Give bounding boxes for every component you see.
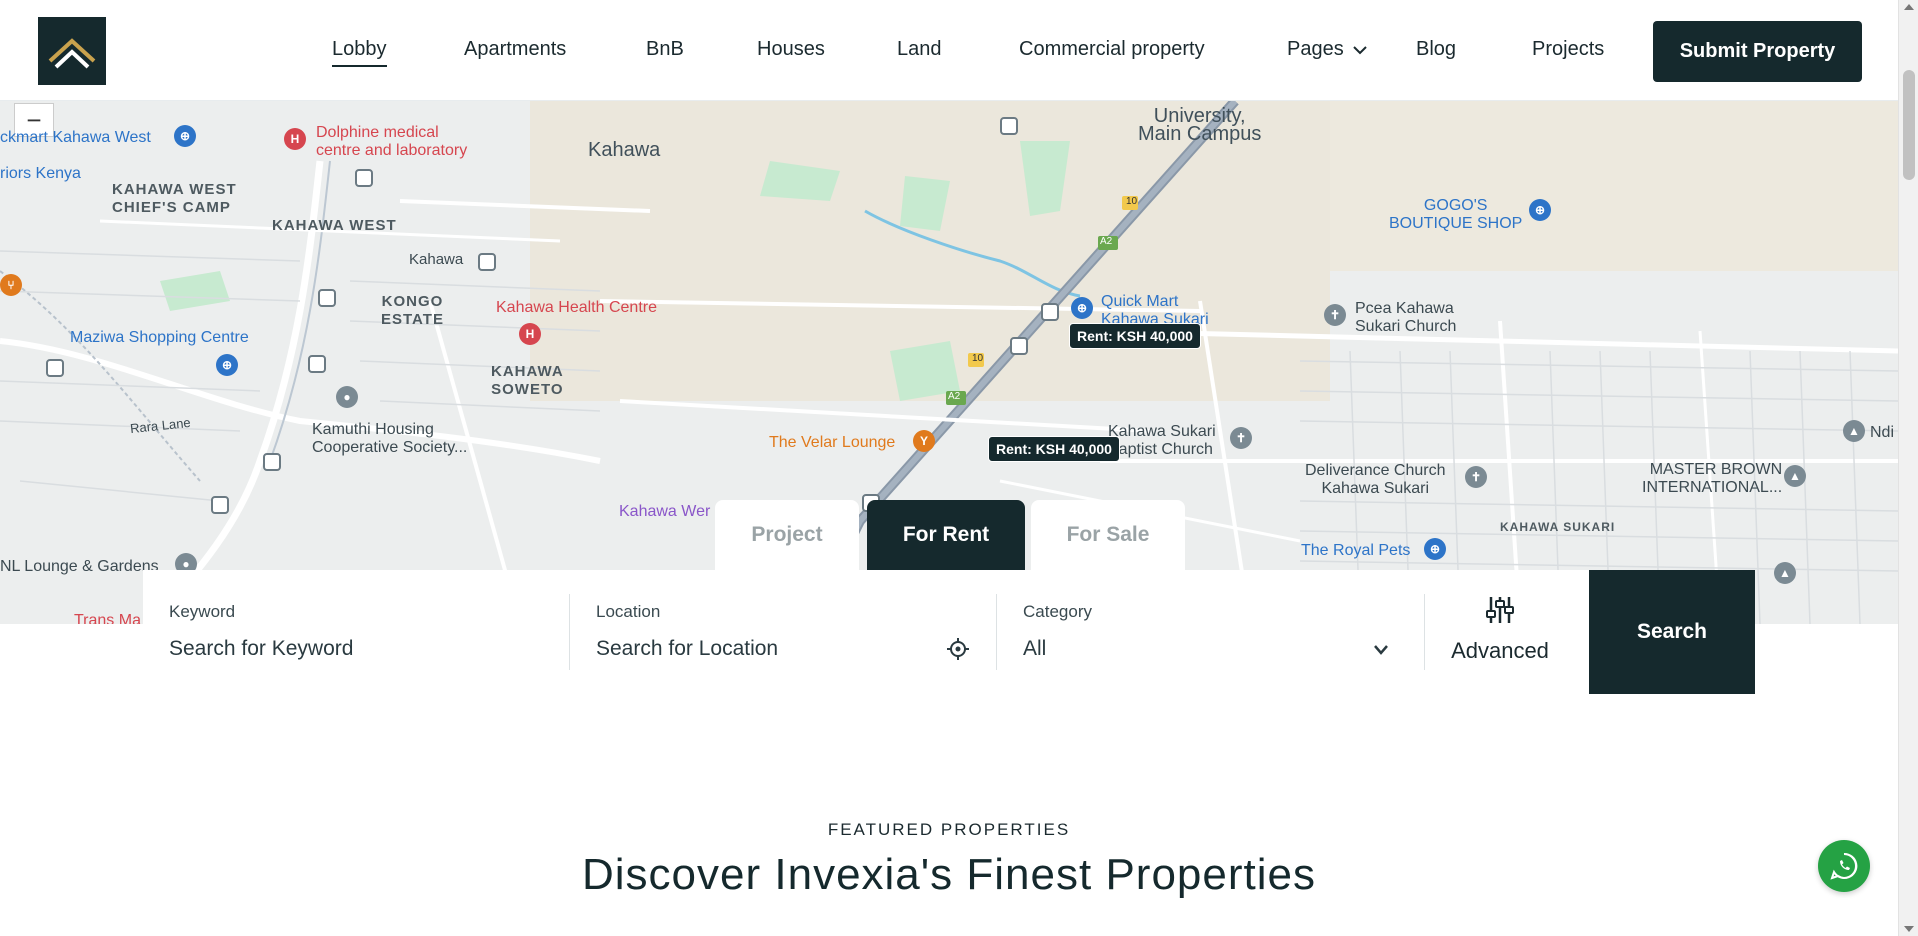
map-label-pcea: Pcea Kahawa Sukari Church — [1355, 300, 1457, 335]
shopping-pin-icon-3[interactable]: ⊕ — [1071, 297, 1093, 319]
church-pin-icon-3[interactable]: ✝ — [1465, 466, 1487, 488]
chevron-down-icon — [1353, 46, 1367, 55]
church-pin-icon-2[interactable]: ✝ — [1230, 427, 1252, 449]
nav-projects[interactable]: Projects — [1532, 38, 1604, 61]
map-label-kahawa-west: KAHAWA WEST — [272, 217, 397, 234]
nav-pages-label: Pages — [1287, 38, 1344, 60]
bus-stop-icon-10 — [1010, 337, 1028, 355]
bus-stop-icon-4 — [308, 355, 326, 373]
bus-stop-icon-3 — [318, 289, 336, 307]
map-label-kahawa-stop: Kahawa — [409, 251, 464, 268]
school-pin-icon-2[interactable]: ▲ — [1843, 420, 1865, 442]
price-tag-marker[interactable]: Rent: KSH 40,000 — [1069, 323, 1201, 349]
location-field[interactable]: Location Search for Location — [570, 570, 996, 694]
school-pin-icon[interactable]: ▲ — [1784, 465, 1806, 487]
keyword-field[interactable]: Keyword Search for Keyword — [143, 570, 569, 694]
bus-stop-icon-8 — [1000, 117, 1018, 135]
nav-houses[interactable]: Houses — [757, 38, 825, 61]
shopping-pin-icon[interactable]: ⊕ — [174, 125, 196, 147]
keyword-label: Keyword — [169, 602, 236, 621]
map-label-warriors-kenya: riors Kenya — [0, 165, 81, 182]
bus-stop-icon-5 — [46, 359, 64, 377]
nav-apartments[interactable]: Apartments — [464, 38, 566, 61]
location-input[interactable]: Search for Location — [596, 637, 778, 661]
route-label-a2-b: A2 — [948, 391, 961, 402]
tab-for-rent[interactable]: For Rent — [867, 500, 1025, 570]
route-label-10-b: 10 — [972, 353, 984, 364]
route-label-10: 10 — [1126, 196, 1138, 207]
map-label-kahawa-health: Kahawa Health Centre — [496, 299, 657, 316]
map-label-trans-mall: Trans Ma — [74, 612, 141, 624]
sliders-icon — [1486, 597, 1514, 623]
place-pin-icon[interactable]: ● — [336, 386, 358, 408]
logo-chevrons-icon — [48, 38, 96, 69]
shopping-pin-icon-5[interactable]: ⊕ — [1424, 538, 1446, 560]
map-label-nl-lounge: NL Lounge & Gardens — [0, 558, 159, 575]
bus-stop-icon-9 — [1041, 303, 1059, 321]
map-label-kahawa-soweto: KAHAWA SOWETO — [491, 363, 564, 398]
nav-lobby[interactable]: Lobby — [332, 38, 387, 67]
tab-project[interactable]: Project — [715, 500, 859, 570]
map-label-velar: The Velar Lounge — [769, 434, 896, 451]
nav-commercial-property[interactable]: Commercial property — [1019, 38, 1205, 61]
whatsapp-icon — [1830, 852, 1858, 880]
featured-kicker: FEATURED PROPERTIES — [827, 820, 1071, 839]
tab-for-sale[interactable]: For Sale — [1031, 500, 1185, 570]
scroll-down-arrow-icon[interactable] — [1904, 926, 1914, 932]
bus-stop-icon-7 — [211, 496, 229, 514]
search-button[interactable]: Search — [1589, 570, 1755, 694]
locate-me-icon[interactable] — [946, 637, 970, 661]
price-tag-marker-2[interactable]: Rent: KSH 40,000 — [988, 436, 1120, 462]
category-select[interactable]: Category All — [997, 570, 1423, 694]
hospital-pin-icon-2[interactable]: H — [519, 323, 541, 345]
category-value: All — [1023, 637, 1047, 660]
map-label-baptist: Kahawa Sukari Baptist Church — [1108, 423, 1216, 458]
map-label-dolphine: Dolphine medical centre and laboratory — [316, 124, 468, 159]
school-pin-icon-3[interactable]: ▲ — [1774, 562, 1796, 584]
map-label-kws-chiefs-camp: KAHAWA WEST CHIEF'S CAMP — [112, 181, 237, 216]
bus-stop-icon-6 — [263, 453, 281, 471]
church-pin-icon[interactable]: ✝ — [1324, 304, 1346, 326]
route-label-a2: A2 — [1100, 236, 1113, 247]
bus-stop-icon-2 — [355, 169, 373, 187]
map-label-royal-pets: The Royal Pets — [1301, 542, 1411, 559]
map-label-university: University, Main Campus — [1138, 105, 1262, 145]
map-label-kongo-estate: KONGO ESTATE — [381, 293, 444, 328]
nav-pages[interactable]: Pages — [1287, 38, 1367, 61]
map-label-master-brown: MASTER BROWN INTERNATIONAL... — [1642, 461, 1783, 496]
map-label-kahawa-sukari: KAHAWA SUKARI — [1500, 520, 1616, 534]
map-label-kahawa-wendani: Kahawa Wer — [619, 503, 711, 520]
advanced-filter-button[interactable]: Advanced — [1425, 595, 1575, 675]
map-label-ndi: Ndi — [1870, 424, 1895, 441]
map-label-kahawa: Kahawa — [588, 139, 661, 161]
hospital-pin-icon[interactable]: H — [284, 128, 306, 150]
scroll-up-arrow-icon[interactable] — [1904, 4, 1914, 10]
bar-pin-icon[interactable]: Y — [913, 430, 935, 452]
advanced-label: Advanced — [1451, 638, 1549, 663]
location-label: Location — [596, 602, 661, 621]
bus-stop-icon — [478, 253, 496, 271]
chevron-down-icon-2 — [1374, 645, 1388, 655]
nav-blog[interactable]: Blog — [1416, 38, 1456, 61]
restaurant-pin-icon[interactable]: ⑂ — [0, 274, 22, 296]
shopping-pin-icon-4[interactable]: ⊕ — [1529, 199, 1551, 221]
map-label-gogos: GOGO'S BOUTIQUE SHOP — [1389, 197, 1523, 232]
submit-property-button[interactable]: Submit Property — [1653, 21, 1862, 82]
site-logo[interactable] — [38, 17, 106, 85]
scrollbar-thumb[interactable] — [1903, 70, 1915, 180]
map-label-kahawa-west-shop: ckmart Kahawa West — [0, 129, 151, 146]
page-scrollbar[interactable] — [1898, 0, 1918, 936]
shopping-pin-icon-2[interactable]: ⊕ — [216, 354, 238, 376]
nav-bnb[interactable]: BnB — [646, 38, 684, 61]
keyword-input[interactable]: Search for Keyword — [169, 637, 353, 661]
nav-land[interactable]: Land — [897, 38, 942, 61]
map-label-deliverance: Deliverance Church Kahawa Sukari — [1305, 462, 1446, 497]
map-label-maziwa: Maziwa Shopping Centre — [70, 329, 249, 346]
category-label: Category — [1023, 602, 1092, 621]
whatsapp-chat-button[interactable] — [1818, 840, 1870, 892]
featured-title: Discover Invexia's Finest Properties — [582, 850, 1316, 899]
site-header: Lobby Apartments BnB Houses Land Commerc… — [0, 0, 1898, 101]
map-label-kamuthi: Kamuthi Housing Cooperative Society... — [312, 421, 468, 456]
